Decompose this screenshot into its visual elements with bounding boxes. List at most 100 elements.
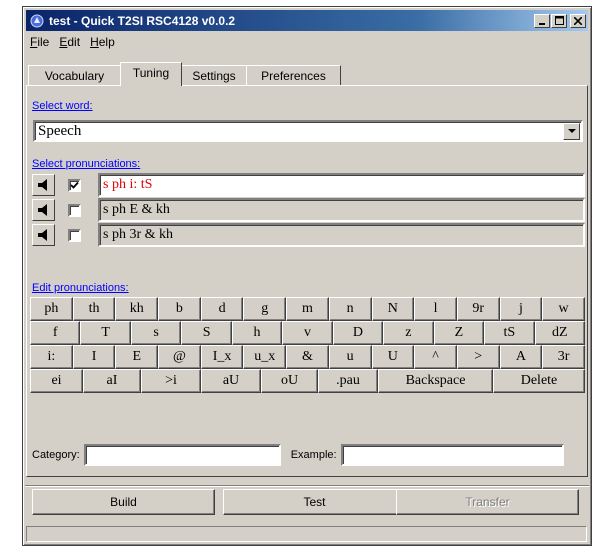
phoneme-key-U[interactable]: U [371,345,415,369]
pronunciation-checkbox[interactable] [68,178,81,192]
build-button[interactable]: Build [32,489,215,515]
separator [25,485,589,487]
menu-file[interactable]: File [26,35,55,49]
phoneme-key-j[interactable]: j [499,297,543,321]
tab-strip: Vocabulary Tuning Settings Preferences [28,62,341,86]
play-pronunciation-button[interactable] [32,224,55,246]
phoneme-key-aU[interactable]: aU [201,369,261,393]
phoneme-key-l[interactable]: l [414,297,457,321]
pronunciation-field[interactable]: s ph E & kh [98,198,585,222]
phoneme-key-ampersand[interactable]: & [286,345,329,369]
phoneme-key-b[interactable]: b [158,297,201,321]
checkmark-icon [70,181,79,189]
phoneme-key-z[interactable]: z [383,321,434,345]
phoneme-key-I[interactable]: I [72,345,116,369]
maximize-button[interactable] [551,13,567,28]
phoneme-key-th[interactable]: th [72,297,116,321]
phoneme-key-gt[interactable]: > [456,345,500,369]
pronunciation-field[interactable]: s ph 3r & kh [98,223,585,247]
category-input[interactable] [83,444,281,466]
phoneme-key-ei[interactable]: ei [30,369,83,393]
pronunciation-checkbox[interactable] [68,228,81,242]
close-button[interactable] [570,13,586,28]
example-label: Example: [290,449,337,461]
phoneme-key-A[interactable]: A [499,345,543,369]
keyboard-row: ei aI >i aU oU .pau Backspace Delete [30,369,585,393]
pronunciation-row [32,198,81,222]
phoneme-key-caret[interactable]: ^ [414,345,457,369]
word-select-value: Speech [38,122,82,139]
phoneme-key-I_x[interactable]: I_x [200,345,244,369]
backspace-key[interactable]: Backspace [378,369,493,393]
phoneme-key-Z[interactable]: Z [433,321,485,345]
pronunciation-checkbox[interactable] [68,203,81,217]
menu-help[interactable]: Help [86,35,121,49]
phoneme-key-N[interactable]: N [371,297,415,321]
app-icon [30,14,44,28]
phoneme-key-T[interactable]: T [80,321,131,345]
transfer-button[interactable]: Transfer [396,489,579,515]
pronunciation-field-selected[interactable]: s ph i: tS [98,173,585,197]
phoneme-key-S[interactable]: S [181,321,232,345]
menu-file-label: ile [37,35,50,49]
menu-help-accel: H [90,35,99,49]
phoneme-key-kh[interactable]: kh [115,297,159,321]
phoneme-key-9r[interactable]: 9r [456,297,500,321]
example-input[interactable] [340,444,564,466]
phoneme-key-tS[interactable]: tS [484,321,535,345]
phoneme-key-u_x[interactable]: u_x [243,345,287,369]
phoneme-key-w[interactable]: w [542,297,585,321]
phoneme-key-n[interactable]: n [328,297,372,321]
test-button[interactable]: Test [223,489,406,515]
word-select[interactable]: Speech [33,120,583,142]
menu-edit-label: dit [67,35,81,49]
phoneme-key-h[interactable]: h [231,321,283,345]
phoneme-key-dZ[interactable]: dZ [534,321,585,345]
speaker-icon [37,179,47,191]
tab-vocabulary[interactable]: Vocabulary [28,65,121,86]
phoneme-key-v[interactable]: v [282,321,333,345]
edit-pronunciations-label[interactable]: Edit pronunciations: [32,282,129,294]
minimize-button[interactable] [534,13,550,28]
phoneme-key-ph[interactable]: ph [30,297,73,321]
phoneme-key-E[interactable]: E [115,345,159,369]
phoneme-key-oU[interactable]: oU [261,369,318,393]
menu-edit[interactable]: Edit [55,35,86,49]
close-icon [574,16,582,25]
tab-preferences[interactable]: Preferences [246,65,341,86]
speaker-icon [37,204,47,216]
phoneme-key-i-long[interactable]: i: [30,345,73,369]
maximize-icon [554,16,564,25]
select-pronunciations-label[interactable]: Select pronunciations: [32,158,140,170]
title-bar[interactable]: test - Quick T2SI RSC4128 v0.0.2 [26,10,588,31]
phoneme-key-f[interactable]: f [30,321,81,345]
tab-tuning[interactable]: Tuning [120,62,182,86]
category-example-row: Category: Example: [31,442,585,468]
phoneme-key-gt-i[interactable]: >i [141,369,201,393]
play-pronunciation-button[interactable] [32,199,55,221]
phoneme-key-d[interactable]: d [200,297,244,321]
chevron-down-icon [567,128,576,133]
select-word-label[interactable]: Select word: [32,100,93,112]
tuning-panel: Select word: Speech Select pronunciation… [26,85,588,477]
phoneme-key-pau[interactable]: .pau [318,369,378,393]
phoneme-key-3r[interactable]: 3r [542,345,585,369]
phoneme-key-g[interactable]: g [243,297,287,321]
keyboard-row: i: I E @ I_x u_x & u U ^ > A 3r [30,345,585,369]
pronunciation-row [32,223,81,247]
phoneme-keyboard: ph th kh b d g m n N l 9r j w f T s S h … [30,297,585,393]
delete-key[interactable]: Delete [493,369,585,393]
category-label: Category: [32,449,80,461]
phoneme-key-u[interactable]: u [328,345,372,369]
status-bar [26,526,587,542]
play-pronunciation-button[interactable] [32,174,55,196]
phoneme-key-s[interactable]: s [130,321,182,345]
minimize-icon [539,22,545,25]
phoneme-key-m[interactable]: m [286,297,329,321]
phoneme-key-at[interactable]: @ [158,345,201,369]
phoneme-key-aI[interactable]: aI [83,369,141,393]
phoneme-key-D[interactable]: D [332,321,384,345]
tab-settings[interactable]: Settings [181,65,247,86]
word-select-dropdown-button[interactable] [563,122,580,140]
keyboard-row: ph th kh b d g m n N l 9r j w [30,297,585,321]
